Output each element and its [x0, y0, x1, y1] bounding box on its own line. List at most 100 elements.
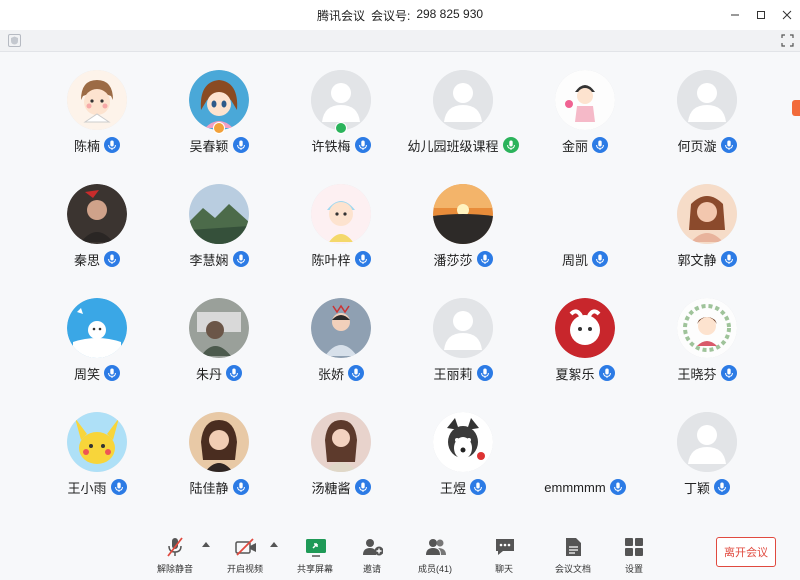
microphone-icon: [354, 137, 371, 153]
participant-name: 潘莎莎: [433, 252, 473, 268]
avatar: [677, 184, 737, 244]
microphone-icon: [476, 251, 493, 267]
participant-name-row: 李慧娴: [189, 250, 249, 268]
participant-tile[interactable]: 丁颖: [646, 404, 768, 518]
participant-name: emmmmm: [544, 479, 606, 495]
avatar-container: [677, 412, 737, 472]
participant-name-row: 朱丹: [196, 364, 242, 382]
participant-tile[interactable]: 许铁梅: [280, 62, 402, 176]
participant-name-row: 陆佳静: [189, 478, 249, 496]
avatar-container: [433, 184, 493, 244]
participant-tile[interactable]: 王晓芬: [646, 290, 768, 404]
video-off-icon: [234, 536, 256, 558]
add-user-icon: [361, 536, 383, 558]
participant-name-row: 许铁梅: [311, 136, 371, 154]
participant-tile[interactable]: 郭文静: [646, 176, 768, 290]
chat-button[interactable]: 聊天: [474, 536, 534, 575]
video-options-caret-icon[interactable]: [270, 542, 278, 547]
close-button[interactable]: [774, 0, 800, 30]
avatar: [67, 184, 127, 244]
participant-name: 李慧娴: [189, 252, 229, 268]
participant-tile[interactable]: 陈叶梓: [280, 176, 402, 290]
participant-tile[interactable]: 陈楠: [36, 62, 158, 176]
leave-meeting-button[interactable]: 离开会议: [716, 537, 776, 567]
participant-name-row: 周笑: [74, 364, 120, 382]
avatar: [433, 412, 493, 472]
microphone-icon: [232, 137, 249, 153]
avatar-container: [433, 70, 493, 130]
avatar-container: [67, 412, 127, 472]
participant-tile[interactable]: 何页漩: [646, 62, 768, 176]
participant-name-row: 何页漩: [677, 136, 737, 154]
avatar-container: [189, 70, 249, 134]
avatar-container: [555, 184, 615, 244]
unmute-button[interactable]: 解除静音: [145, 536, 205, 575]
avatar: [555, 298, 615, 358]
maximize-button[interactable]: [748, 0, 774, 30]
participant-name: 秦思: [73, 252, 100, 268]
app-name: 腾讯会议: [316, 8, 365, 23]
fullscreen-icon[interactable]: [781, 34, 794, 47]
participant-name-row: 王煜: [440, 478, 486, 496]
participant-name: 汤糖酱: [311, 480, 351, 496]
default-avatar-icon: [311, 70, 371, 130]
participant-tile[interactable]: 王小雨: [36, 404, 158, 518]
microphone-icon: [592, 251, 608, 267]
participant-name-row: 潘莎莎: [433, 250, 493, 268]
microphone-icon: [348, 365, 364, 381]
participant-tile[interactable]: 朱丹: [158, 290, 280, 404]
avatar-container: [433, 298, 493, 358]
participant-tile[interactable]: 吴春颖: [158, 62, 280, 176]
muted-mic-icon: [164, 536, 186, 558]
start-video-button[interactable]: 开启视频: [215, 536, 275, 575]
microphone-icon: [470, 479, 486, 495]
avatar: [555, 70, 615, 130]
members-button[interactable]: 成员(41): [405, 536, 465, 575]
participant-name: 金丽: [561, 138, 588, 154]
settings-button[interactable]: 设置: [604, 536, 664, 575]
participant-tile[interactable]: 秦思: [36, 176, 158, 290]
default-avatar-icon: [677, 70, 737, 130]
avatar-container: [311, 412, 371, 472]
minimize-icon: [731, 14, 739, 16]
participant-tile[interactable]: 汤糖酱: [280, 404, 402, 518]
participant-tile[interactable]: 王丽莉: [402, 290, 524, 404]
participant-name-row: 陈叶梓: [311, 250, 371, 268]
participant-tile[interactable]: 金丽: [524, 62, 646, 176]
participant-tile[interactable]: 张娇: [280, 290, 402, 404]
participant-tile[interactable]: 幼儿园班级课程: [402, 62, 524, 176]
share-screen-button[interactable]: 共享屏幕: [285, 536, 345, 575]
microphone-icon: [104, 137, 120, 153]
members-icon: [424, 536, 446, 558]
invite-button[interactable]: 邀请: [342, 536, 402, 575]
avatar-container: [555, 298, 615, 358]
participant-name-row: 周凯: [562, 250, 608, 268]
participant-tile[interactable]: 夏絮乐: [524, 290, 646, 404]
participant-name-row: 王晓芬: [677, 364, 737, 382]
microphone-icon: [720, 251, 737, 267]
participant-tile[interactable]: 周笑: [36, 290, 158, 404]
participant-name-row: 陈楠: [74, 136, 120, 154]
avatar: [433, 184, 493, 244]
meeting-docs-button[interactable]: 会议文档: [543, 536, 603, 575]
avatar: [311, 184, 371, 244]
audio-options-caret-icon[interactable]: [202, 542, 210, 547]
side-panel-tab[interactable]: [792, 100, 800, 116]
avatar-container: [311, 298, 371, 358]
participant-tile[interactable]: 潘莎莎: [402, 176, 524, 290]
participant-name: 周凯: [561, 252, 588, 268]
participant-tile[interactable]: 陆佳静: [158, 404, 280, 518]
avatar: [67, 298, 127, 358]
participant-tile[interactable]: emmmmm: [524, 404, 646, 518]
microphone-icon: [354, 251, 371, 267]
security-shield-icon[interactable]: [8, 34, 21, 47]
participant-tile[interactable]: 周凯: [524, 176, 646, 290]
participant-name: 朱丹: [195, 366, 222, 382]
participant-tile[interactable]: 李慧娴: [158, 176, 280, 290]
avatar-container: [189, 412, 249, 472]
participant-tile[interactable]: 王煜: [402, 404, 524, 518]
bottom-toolbar: 解除静音 开启视频 共享屏幕 邀请 成员(41) 聊天 会议文档 设置: [0, 530, 800, 580]
microphone-icon: [598, 365, 615, 381]
minimize-button[interactable]: [722, 0, 748, 30]
microphone-icon: [720, 137, 737, 153]
